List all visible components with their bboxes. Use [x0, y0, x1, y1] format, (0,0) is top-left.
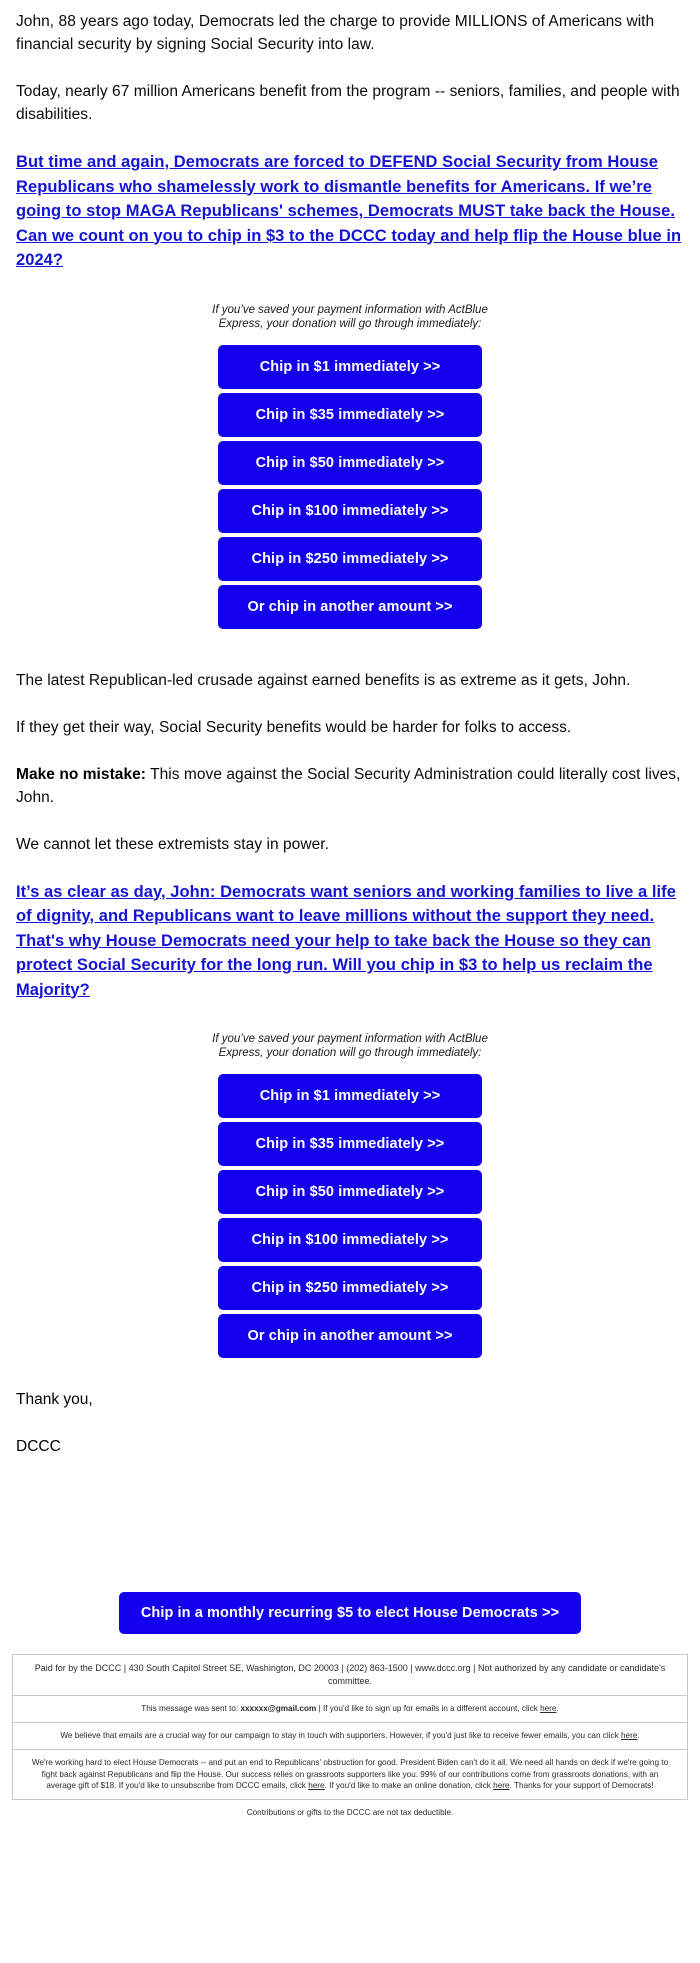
- different-account-link[interactable]: here: [540, 1704, 556, 1713]
- fewer-emails-end: .: [637, 1731, 640, 1740]
- intro-paragraph-2: Today, nearly 67 million Americans benef…: [16, 83, 680, 123]
- monthly-recurring-button[interactable]: Chip in a monthly recurring $5 to elect …: [118, 1592, 582, 1634]
- unsubscribe-link[interactable]: here: [308, 1781, 324, 1790]
- signoff-section: Thank you, DCCC: [0, 1362, 700, 1458]
- middle-paragraph-2: If they get their way, Social Security b…: [16, 718, 572, 736]
- online-donation-link[interactable]: here: [493, 1781, 509, 1790]
- grassroots-text-b: . If you'd like to make an online donati…: [324, 1781, 494, 1790]
- chip-in-100-button[interactable]: Chip in $100 immediately >>: [218, 488, 482, 533]
- monthly-recurring-section: Chip in a monthly recurring $5 to elect …: [0, 1586, 700, 1654]
- chip-in-50-button-2[interactable]: Chip in $50 immediately >>: [218, 1170, 482, 1214]
- ask-block-1: If you’ve saved your payment information…: [0, 297, 700, 633]
- chip-in-100-button-2[interactable]: Chip in $100 immediately >>: [218, 1218, 482, 1262]
- grassroots-text-c: . Thanks for your support of Democrats!: [509, 1781, 654, 1790]
- email-body: John, 88 years ago today, Democrats led …: [0, 10, 700, 1833]
- middle-section: The latest Republican-led crusade agains…: [0, 633, 700, 1003]
- chip-in-1-button[interactable]: Chip in $1 immediately >>: [218, 344, 482, 389]
- grassroots-row: We're working hard to elect House Democr…: [12, 1750, 688, 1800]
- chip-in-35-button[interactable]: Chip in $35 immediately >>: [218, 392, 482, 437]
- fewer-emails-link[interactable]: here: [621, 1731, 637, 1740]
- make-no-mistake-label: Make no mistake:: [16, 765, 147, 783]
- middle-paragraph-1: The latest Republican-led crusade agains…: [16, 671, 631, 689]
- paid-for-disclaimer: Paid for by the DCCC | 430 South Capitol…: [12, 1654, 688, 1696]
- tax-deductible-note: Contributions or gifts to the DCCC are n…: [246, 1807, 454, 1817]
- donate-link-primary[interactable]: But time and again, Democrats are forced…: [16, 150, 684, 273]
- email-footer: Paid for by the DCCC | 430 South Capitol…: [0, 1654, 700, 1833]
- actblue-express-note-1: If you’ve saved your payment information…: [212, 303, 488, 330]
- vertical-spacer: [0, 1482, 700, 1586]
- actblue-express-note-2: If you’ve saved your payment information…: [212, 1033, 488, 1059]
- fewer-emails-text: We believe that emails are a crucial way…: [60, 1731, 621, 1740]
- chip-in-other-button-2[interactable]: Or chip in another amount >>: [218, 1314, 482, 1358]
- chip-in-other-button[interactable]: Or chip in another amount >>: [218, 584, 482, 629]
- chip-in-250-button-2[interactable]: Chip in $250 immediately >>: [218, 1266, 482, 1310]
- sent-to-prefix: This message was sent to:: [141, 1704, 241, 1713]
- fewer-emails-row: We believe that emails are a crucial way…: [12, 1723, 688, 1750]
- donation-button-group-1: Chip in $1 immediately >> Chip in $35 im…: [218, 344, 482, 629]
- signoff-thanks: Thank you,: [16, 1391, 93, 1408]
- signoff-name: DCCC: [16, 1438, 61, 1455]
- sent-to-row: This message was sent to: xxxxxx@gmail.c…: [12, 1696, 688, 1723]
- chip-in-35-button-2[interactable]: Chip in $35 immediately >>: [218, 1122, 482, 1166]
- recipient-email: xxxxxx@gmail.com: [240, 1704, 317, 1713]
- sent-to-suffix: | If you'd like to sign up for emails in…: [316, 1704, 541, 1713]
- chip-in-250-button[interactable]: Chip in $250 immediately >>: [218, 536, 482, 581]
- chip-in-50-button[interactable]: Chip in $50 immediately >>: [218, 440, 482, 485]
- intro-section: John, 88 years ago today, Democrats led …: [0, 10, 700, 273]
- middle-paragraph-3: Make no mistake: This move against the S…: [16, 763, 684, 809]
- donate-link-secondary[interactable]: It’s as clear as day, John: Democrats wa…: [16, 880, 684, 1003]
- ask-block-2: If you’ve saved your payment information…: [0, 1026, 700, 1362]
- middle-paragraph-4: We cannot let these extremists stay in p…: [16, 835, 329, 853]
- donation-button-group-2: Chip in $1 immediately >> Chip in $35 im…: [218, 1074, 482, 1358]
- intro-paragraph-1: John, 88 years ago today, Democrats led …: [16, 13, 655, 53]
- sent-to-end: .: [556, 1704, 559, 1713]
- chip-in-1-button-2[interactable]: Chip in $1 immediately >>: [218, 1074, 482, 1118]
